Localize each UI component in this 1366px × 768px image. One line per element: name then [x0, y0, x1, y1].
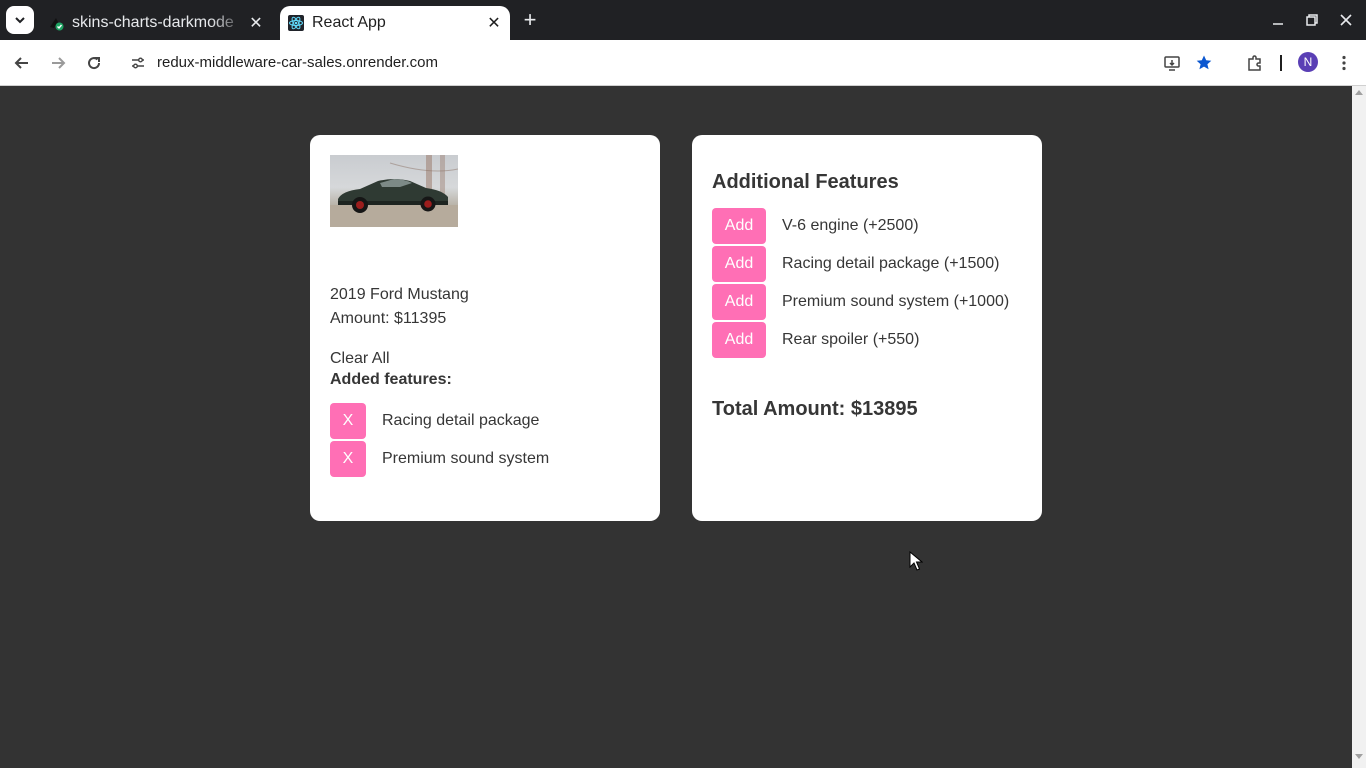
mouse-cursor-icon [909, 551, 923, 571]
page-scrollbar[interactable] [1352, 86, 1366, 768]
add-feature-button[interactable]: Add [712, 322, 766, 358]
render-favicon-icon [50, 18, 64, 31]
car-image [330, 155, 458, 227]
browser-tab-strip: skins-charts-darkmode ✕ React App ✕ + [0, 0, 1366, 40]
chevron-down-icon [15, 17, 25, 24]
minimize-icon[interactable] [1268, 10, 1288, 30]
toolbar-divider [1280, 55, 1282, 71]
scroll-down-arrow-icon[interactable] [1355, 754, 1363, 759]
added-feature-row: X Racing detail package [330, 403, 539, 439]
site-info-icon[interactable] [128, 53, 148, 73]
browser-toolbar: redux-middleware-car-sales.onrender.com … [0, 40, 1366, 86]
forward-button[interactable] [46, 51, 70, 75]
address-bar[interactable]: redux-middleware-car-sales.onrender.com [120, 45, 1230, 81]
arrow-left-icon [14, 57, 28, 69]
close-tab-icon[interactable]: ✕ [246, 13, 266, 33]
react-favicon-icon [288, 15, 304, 31]
extensions-icon[interactable] [1243, 51, 1267, 75]
menu-kebab-icon[interactable] [1332, 51, 1356, 75]
page-viewport: 2019 Ford Mustang Amount: $11395 Clear A… [0, 86, 1352, 768]
additional-feature-row: Add Racing detail package (+1500) [712, 246, 999, 282]
additional-feature-row: Add Rear spoiler (+550) [712, 322, 919, 358]
reload-button[interactable] [82, 51, 106, 75]
car-amount: Amount: $11395 [330, 310, 447, 327]
tab-skins-charts[interactable]: skins-charts-darkmode ✕ [40, 6, 272, 40]
bookmark-star-icon[interactable] [1192, 51, 1216, 75]
additional-feature-row: Add V-6 engine (+2500) [712, 208, 919, 244]
close-tab-icon[interactable]: ✕ [484, 13, 504, 33]
additional-features-card: Additional Features Add V-6 engine (+250… [692, 135, 1042, 521]
clear-all-button[interactable]: Clear All [330, 350, 390, 368]
scroll-up-arrow-icon[interactable] [1355, 90, 1363, 95]
profile-avatar[interactable]: N [1298, 52, 1318, 72]
additional-feature-label: Racing detail package (+1500) [782, 255, 1000, 272]
car-card: 2019 Ford Mustang Amount: $11395 Clear A… [310, 135, 660, 521]
added-feature-row: X Premium sound system [330, 441, 549, 477]
url-text: redux-middleware-car-sales.onrender.com [157, 54, 438, 71]
new-tab-button[interactable]: + [518, 8, 542, 32]
additional-features-heading: Additional Features [712, 171, 899, 193]
added-feature-label: Racing detail package [382, 412, 540, 429]
additional-feature-label: Premium sound system (+1000) [782, 293, 1010, 310]
remove-feature-button[interactable]: X [330, 403, 366, 439]
additional-feature-row: Add Premium sound system (+1000) [712, 284, 1009, 320]
add-feature-button[interactable]: Add [712, 246, 766, 282]
close-window-icon[interactable] [1336, 10, 1356, 30]
tab-title: React App [312, 14, 386, 31]
add-feature-button[interactable]: Add [712, 208, 766, 244]
install-app-icon[interactable] [1160, 51, 1184, 75]
tab-title: skins-charts-darkmode [72, 14, 234, 31]
added-features-heading: Added features: [330, 371, 452, 388]
back-button[interactable] [10, 51, 34, 75]
restore-icon[interactable] [1302, 10, 1322, 30]
remove-feature-button[interactable]: X [330, 441, 366, 477]
car-name: 2019 Ford Mustang [330, 286, 469, 303]
add-feature-button[interactable]: Add [712, 284, 766, 320]
total-amount: Total Amount: $13895 [712, 398, 918, 420]
tab-react-app[interactable]: React App ✕ [280, 6, 510, 40]
reload-icon [88, 57, 101, 70]
added-feature-label: Premium sound system [382, 450, 550, 467]
additional-feature-label: V-6 engine (+2500) [782, 217, 919, 234]
additional-feature-label: Rear spoiler (+550) [782, 331, 920, 348]
tab-search-button[interactable] [6, 6, 34, 34]
arrow-right-icon [52, 57, 66, 69]
